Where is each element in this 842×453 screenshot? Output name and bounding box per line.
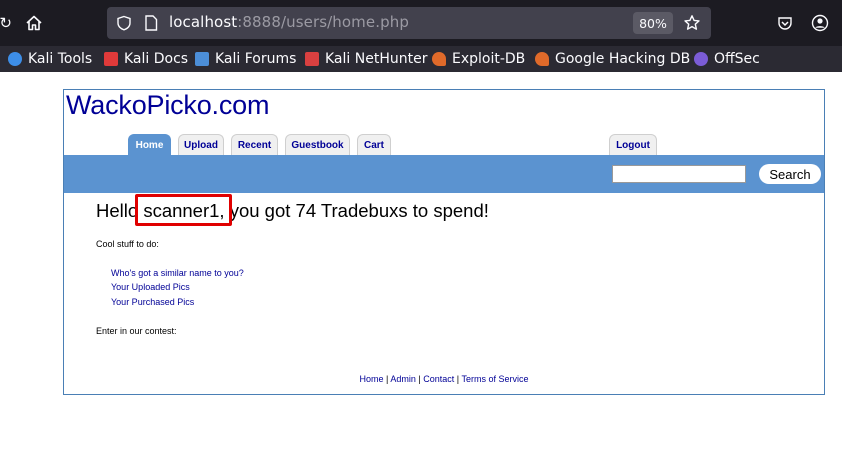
tab-guestbook[interactable]: Guestbook — [285, 134, 350, 156]
bookmark-kali-docs[interactable]: Kali Docs — [104, 50, 188, 68]
tab-home[interactable]: Home — [128, 134, 171, 156]
bookmark-label: Exploit-DB — [452, 51, 526, 67]
url-bar[interactable]: localhost:8888/users/home.php 80% — [107, 7, 711, 39]
page-container: WackoPicko.com Home Upload Recent Guestb… — [63, 89, 825, 395]
home-icon[interactable] — [22, 11, 46, 35]
kali-tools-icon — [8, 52, 22, 66]
username-highlight-box — [135, 194, 232, 226]
uploaded-pics-link[interactable]: Your Uploaded Pics — [111, 282, 190, 292]
bookmark-kali-tools[interactable]: Kali Tools — [8, 50, 92, 68]
footer-admin-link[interactable]: Admin — [390, 374, 416, 384]
footer-links: Home | Admin | Contact | Terms of Servic… — [359, 374, 529, 384]
kali-docs-icon — [104, 52, 118, 66]
greeting-prefix: Hello — [96, 200, 139, 221]
greeting-suffix: , you got 74 Tradebuxs to spend! — [219, 200, 489, 221]
exploit-db-icon — [432, 52, 446, 66]
tab-logout[interactable]: Logout — [609, 134, 657, 156]
contest-label: Enter in our contest: — [96, 326, 177, 336]
similar-name-link[interactable]: Who's got a similar name to you? — [111, 268, 244, 278]
bookmark-label: Kali Docs — [124, 51, 189, 67]
cool-stuff-label: Cool stuff to do: — [96, 239, 159, 249]
url-path: :8888/users/home.php — [237, 13, 409, 31]
bookmark-label: Kali Forums — [215, 51, 297, 67]
bookmark-label: OffSec — [714, 51, 760, 67]
search-input[interactable] — [612, 165, 746, 183]
bookmark-label: Google Hacking DB — [555, 51, 691, 67]
url-text[interactable]: localhost:8888/users/home.php — [169, 13, 409, 31]
tab-recent[interactable]: Recent — [231, 134, 278, 156]
search-button[interactable]: Search — [759, 164, 821, 184]
site-logo[interactable]: WackoPicko.com — [66, 90, 269, 121]
zoom-level[interactable]: 80% — [633, 12, 673, 34]
pocket-icon[interactable] — [774, 12, 796, 34]
bookmark-google-hacking-db[interactable]: Google Hacking DB — [535, 50, 690, 68]
url-host: localhost — [169, 13, 238, 31]
page-info-icon[interactable] — [142, 14, 160, 32]
bookmark-star-icon[interactable] — [681, 12, 703, 34]
google-hacking-db-icon — [535, 52, 549, 66]
footer-home-link[interactable]: Home — [360, 374, 384, 384]
bookmark-kali-nethunter[interactable]: Kali NetHunter — [305, 50, 427, 68]
offsec-icon — [694, 52, 708, 66]
bookmark-exploit-db[interactable]: Exploit-DB — [432, 50, 525, 68]
tab-cart[interactable]: Cart — [357, 134, 391, 156]
bookmarks-toolbar: Kali Tools Kali Docs Kali Forums Kali Ne… — [0, 46, 842, 72]
browser-toolbar: ↻ localhost:8888/users/home.php 80% — [0, 0, 842, 46]
shield-icon[interactable] — [115, 14, 133, 32]
bookmark-kali-forums[interactable]: Kali Forums — [195, 50, 296, 68]
kali-forums-icon — [195, 52, 209, 66]
footer-terms-link[interactable]: Terms of Service — [461, 374, 528, 384]
nav-search-bar: Search — [64, 155, 824, 193]
tab-upload[interactable]: Upload — [178, 134, 224, 156]
bookmark-offsec[interactable]: OffSec — [694, 50, 760, 68]
footer-contact-link[interactable]: Contact — [423, 374, 454, 384]
kali-nethunter-icon — [305, 52, 319, 66]
purchased-pics-link[interactable]: Your Purchased Pics — [111, 297, 194, 307]
bookmark-label: Kali Tools — [28, 51, 93, 67]
bookmark-label: Kali NetHunter — [325, 51, 428, 67]
reload-icon[interactable]: ↻ — [0, 11, 12, 35]
account-icon[interactable] — [808, 12, 832, 34]
